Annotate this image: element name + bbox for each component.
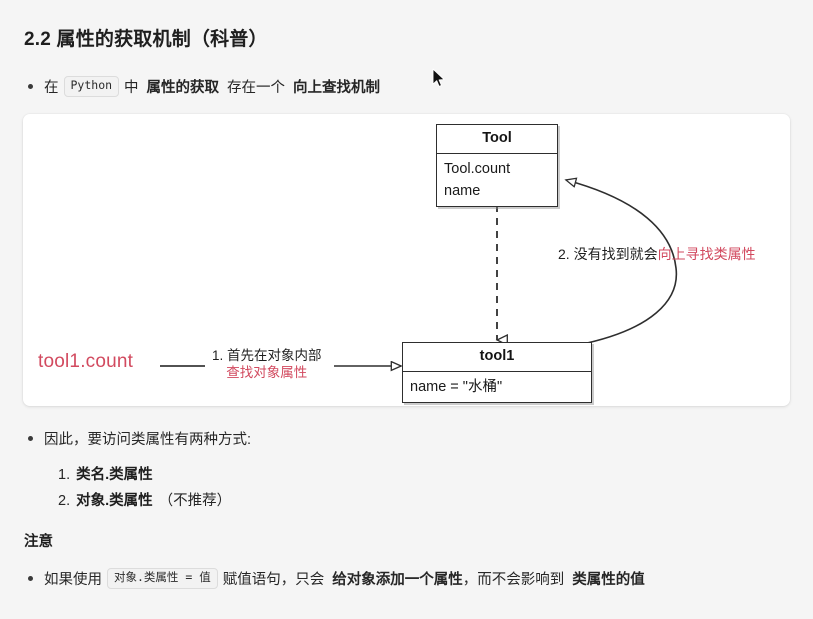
notice-bold-add-attr: 给对象添加一个属性	[332, 572, 463, 588]
intro-bullet-line: 在 Python 中 属性的获取 存在一个 向上查找机制	[28, 76, 380, 97]
uml-tool1-rows: name = "水桶"	[403, 372, 591, 402]
conclusion-bullet: 因此，要访问类属性有两种方式:	[28, 428, 251, 449]
uml-class-box-tool: Tool Tool.count name	[436, 124, 558, 207]
list-item: 1. 类名.类属性	[58, 462, 231, 488]
notice-bold-class-attr-value: 类属性的值	[572, 572, 645, 588]
step1-label: 1. 首先在对象内部 查找对象属性	[212, 347, 322, 381]
intro-mid: 中	[124, 80, 139, 96]
step1-line1: 1. 首先在对象内部	[212, 348, 322, 363]
assignment-code-chip: 对象.类属性 = 值	[107, 568, 218, 589]
list-item-note: （不推荐）	[158, 493, 232, 509]
list-item: 2. 对象.类属性 （不推荐）	[58, 488, 231, 514]
step2-label: 2. 没有找到就会向上寻找类属性	[558, 246, 756, 263]
list-item-number: 1.	[58, 467, 71, 483]
python-code-chip: Python	[63, 76, 120, 97]
uml-tool1-row-0: name = "水桶"	[410, 378, 503, 395]
intro-bold-attribute-get: 属性的获取	[146, 80, 220, 96]
bullet-dot-icon	[28, 436, 33, 441]
uml-tool-title: Tool	[437, 125, 557, 154]
intro-mid2: 存在一个	[227, 80, 286, 96]
uml-tool-row-1: name	[444, 182, 481, 199]
list-item-number: 2.	[58, 493, 71, 509]
bullet-dot-icon	[28, 576, 33, 581]
lookup-expression-label: tool1.count	[38, 351, 134, 372]
bullet-dot-icon	[28, 84, 33, 89]
notice-mid2: ，而不会影响到	[462, 572, 565, 588]
intro-prefix: 在	[44, 80, 59, 96]
page-title: 2.2 属性的获取机制（科普）	[24, 29, 268, 50]
step1-line2: 查找对象属性	[226, 365, 308, 380]
conclusion-text: 因此，要访问类属性有两种方式:	[44, 432, 252, 448]
notice-bullet: 如果使用 对象.类属性 = 值 赋值语句，只会 给对象添加一个属性 ，而不会影响…	[28, 568, 645, 589]
intro-bold-lookup-mechanism: 向上查找机制	[293, 80, 381, 96]
step2-dark-text: 2. 没有找到就会	[558, 246, 658, 262]
uml-tool-rows: Tool.count name	[437, 154, 557, 206]
list-item-label: 对象.类属性	[76, 493, 153, 509]
mouse-pointer-icon	[432, 68, 445, 87]
access-ways-list: 1. 类名.类属性 2. 对象.类属性 （不推荐）	[58, 462, 231, 514]
uml-instance-box-tool1: tool1 name = "水桶"	[402, 342, 592, 403]
notice-mid: 赋值语句，只会	[222, 572, 325, 588]
notice-prefix: 如果使用	[44, 572, 102, 588]
uml-tool-row-0: Tool.count	[444, 160, 511, 177]
list-item-label: 类名.类属性	[76, 467, 153, 483]
step2-red-text: 向上寻找类属性	[657, 246, 756, 262]
uml-tool1-title: tool1	[403, 343, 591, 372]
notice-heading: 注意	[24, 534, 53, 550]
